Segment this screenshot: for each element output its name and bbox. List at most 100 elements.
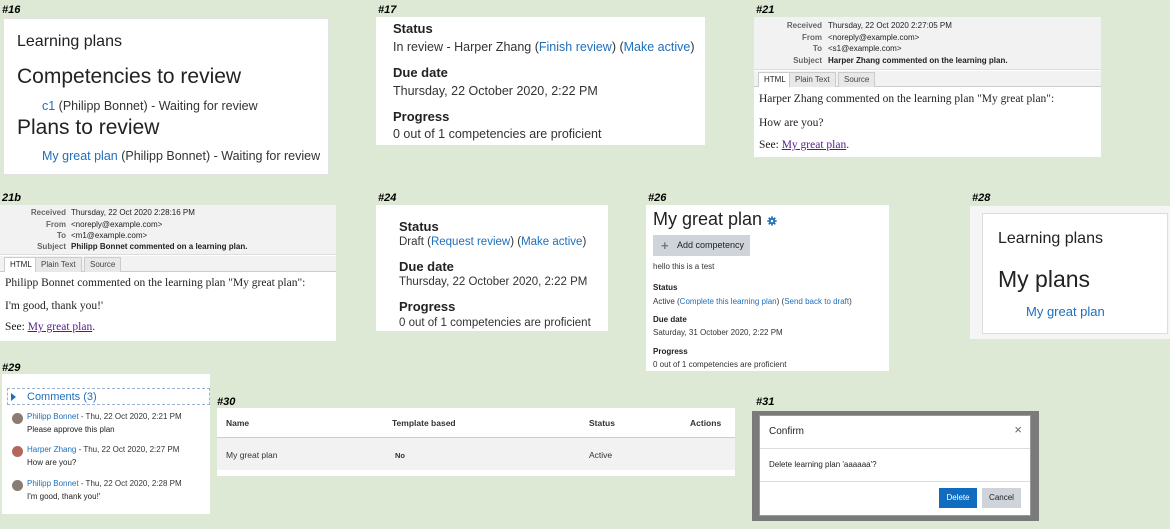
review-block: Learning plans Competencies to review c1… — [3, 18, 329, 175]
comment-date: - Thu, 22 Oct 2020, 2:27 PM — [76, 445, 180, 454]
tab-plain-text[interactable]: Plain Text — [35, 257, 82, 272]
subject-key: Subject — [793, 56, 822, 65]
from-key: From — [802, 33, 822, 42]
plan-link[interactable]: My great plan — [1026, 304, 1105, 319]
tab-html[interactable]: HTML — [4, 257, 38, 272]
comments-area: Comments (3) Philipp Bonnet - Thu, 22 Oc… — [2, 374, 210, 514]
comment-header: Philipp Bonnet - Thu, 22 Oct 2020, 2:21 … — [27, 412, 182, 421]
dot: . — [92, 321, 96, 333]
comments-toggle[interactable]: Comments (3) — [7, 388, 210, 405]
to-key: To — [812, 44, 822, 53]
email-line-2: I'm good, thank you!' — [5, 300, 104, 312]
comment-author-link[interactable]: Philipp Bonnet — [27, 412, 79, 421]
label-24: #24 — [378, 192, 397, 204]
status-value: In review - Harper Zhang (Finish review)… — [393, 40, 695, 54]
label-21b: 21b — [2, 192, 21, 204]
status-value: Draft (Request review) (Make active) — [399, 236, 586, 248]
status-text: Draft ( — [399, 236, 431, 248]
close-icon[interactable]: × — [1014, 422, 1022, 437]
comment-text: Please approve this plan — [27, 425, 115, 434]
plan-link[interactable]: My great plan — [782, 139, 847, 151]
email-header: Received Thursday, 22 Oct 2020 2:27:05 PM… — [754, 17, 1101, 70]
status-end: ) — [690, 40, 695, 54]
progress-value: 0 out of 1 competencies are proficient — [653, 360, 787, 369]
to-key: To — [56, 231, 66, 240]
progress-label: Progress — [653, 347, 688, 356]
dialog-message: Delete learning plan 'aaaaaa'? — [769, 460, 877, 469]
complete-plan-link[interactable]: Complete this learning plan — [680, 297, 777, 306]
comments-toggle-label: Comments (3) — [27, 391, 97, 403]
see-text: See: — [5, 321, 28, 333]
plan-description: hello this is a test — [653, 262, 715, 271]
label-29: #29 — [2, 362, 21, 374]
request-review-link[interactable]: Request review — [431, 236, 510, 248]
dot: . — [846, 139, 850, 151]
comment-author-link[interactable]: Harper Zhang — [27, 445, 76, 454]
label-31: #31 — [756, 396, 775, 408]
modal-backdrop: Confirm × Delete learning plan 'aaaaaa'?… — [752, 411, 1039, 521]
comment-text: How are you? — [27, 458, 77, 467]
email-line-1: Harper Zhang commented on the learning p… — [759, 93, 1055, 105]
from-value: <noreply@example.com> — [71, 220, 163, 229]
subject-key: Subject — [37, 242, 66, 251]
make-active-link[interactable]: Make active — [624, 40, 691, 54]
my-plans-block: Learning plans My plans My great plan — [970, 206, 1170, 339]
avatar — [12, 413, 23, 424]
comment-author-link[interactable]: Philipp Bonnet — [27, 479, 79, 488]
email-philipp-comment: Received Thursday, 22 Oct 2020 2:28:16 PM… — [0, 205, 336, 341]
footer-divider — [760, 481, 1030, 482]
status-label: Status — [399, 219, 439, 234]
progress-label: Progress — [399, 299, 456, 314]
gear-icon[interactable] — [767, 210, 777, 231]
to-value: <s1@example.com> — [828, 44, 902, 53]
status-label: Status — [393, 21, 433, 36]
make-active-link[interactable]: Make active — [521, 236, 582, 248]
plan-review-status: (Philipp Bonnet) - Waiting for review — [117, 149, 321, 163]
avatar — [12, 446, 23, 457]
from-value: <noreply@example.com> — [828, 33, 920, 42]
tab-source[interactable]: Source — [838, 72, 876, 87]
finish-review-link[interactable]: Finish review — [539, 40, 612, 54]
plan-name-link[interactable]: My great plan — [226, 450, 278, 460]
delete-button[interactable]: Delete — [939, 488, 977, 508]
dialog-title: Confirm — [769, 426, 805, 437]
add-competency-button[interactable]: + Add competency — [653, 235, 750, 256]
due-date-label: Due date — [399, 259, 454, 274]
status-label: Status — [653, 283, 678, 292]
plan-link[interactable]: My great plan — [42, 149, 118, 163]
column-header-status: Status — [589, 418, 615, 428]
label-21: #21 — [756, 4, 775, 16]
received-value: Thursday, 22 Oct 2020 2:27:05 PM — [828, 21, 952, 30]
add-competency-label: Add competency — [677, 240, 745, 250]
received-value: Thursday, 22 Oct 2020 2:28:16 PM — [71, 208, 195, 217]
comment-text: I'm good, thank you!' — [27, 492, 101, 501]
competency-link[interactable]: c1 — [42, 99, 55, 113]
email-see-line: See: My great plan. — [5, 321, 95, 333]
status-value: Active — [589, 450, 613, 460]
template-based-value: No — [395, 451, 405, 460]
label-26: #26 — [648, 192, 667, 204]
plan-review-item: My great plan (Philipp Bonnet) - Waiting… — [42, 149, 320, 163]
comment-date: - Thu, 22 Oct 2020, 2:21 PM — [78, 412, 182, 421]
progress-value: 0 out of 1 competencies are proficient — [393, 127, 602, 141]
send-back-draft-link[interactable]: Send back to draft — [784, 297, 849, 306]
block-title: Learning plans — [998, 230, 1103, 247]
my-plans-heading: My plans — [998, 266, 1091, 292]
from-key: From — [46, 220, 66, 229]
see-text: See: — [759, 139, 782, 151]
status-sep: ) ( — [611, 40, 624, 54]
progress-value: 0 out of 1 competencies are proficient — [399, 317, 591, 329]
email-header: Received Thursday, 22 Oct 2020 2:28:16 PM… — [0, 205, 336, 255]
email-tabs: HTML Plain Text Source — [754, 71, 1101, 87]
tab-plain-text[interactable]: Plain Text — [789, 72, 836, 87]
status-sep: ) ( — [510, 236, 522, 248]
plan-link[interactable]: My great plan — [28, 321, 93, 333]
subject-value: Harper Zhang commented on the learning p… — [828, 56, 1008, 65]
column-header-template: Template based — [392, 418, 456, 428]
plan-status-draft: Status Draft (Request review) (Make acti… — [376, 205, 608, 331]
tab-html[interactable]: HTML — [758, 72, 792, 87]
tab-source[interactable]: Source — [84, 257, 122, 272]
received-key: Received — [30, 208, 66, 217]
plans-heading: Plans to review — [17, 116, 160, 139]
cancel-button[interactable]: Cancel — [982, 488, 1021, 508]
